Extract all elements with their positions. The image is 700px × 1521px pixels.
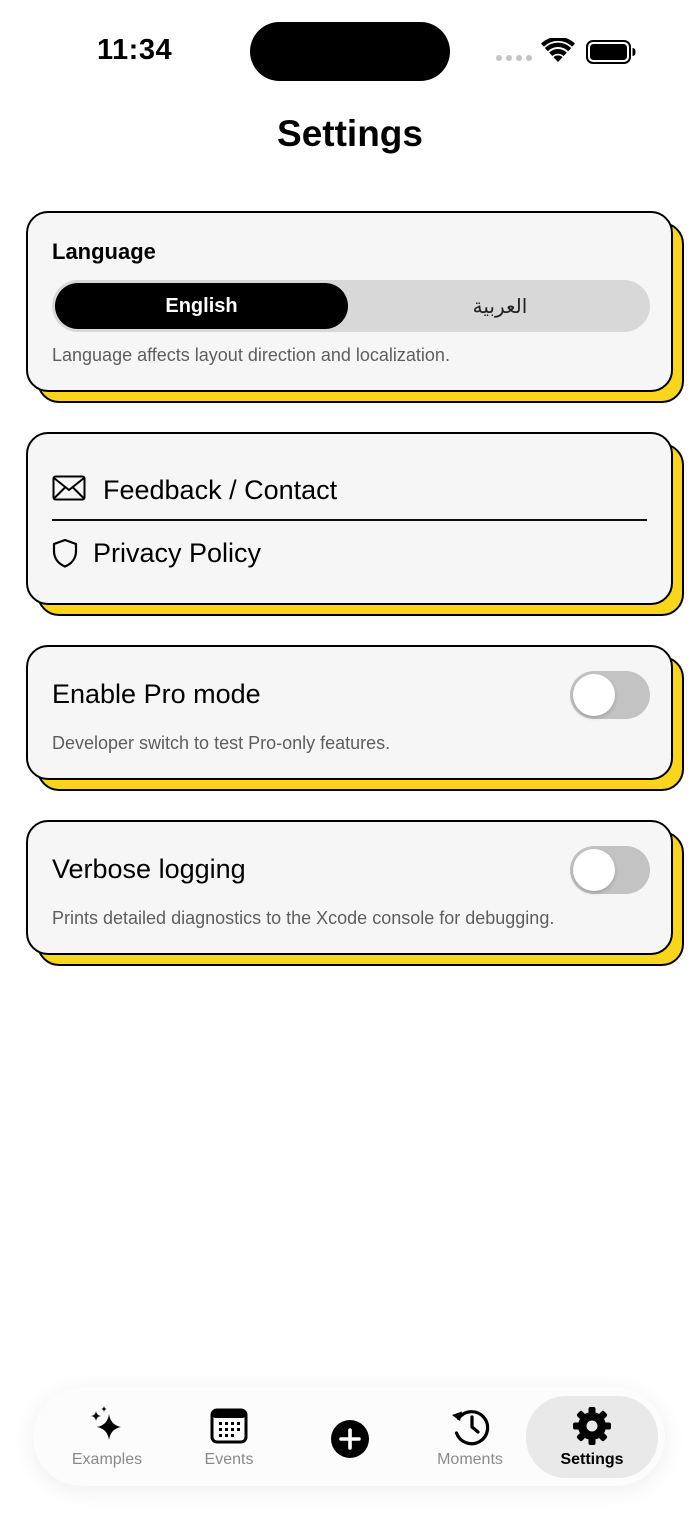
privacy-policy-row[interactable]: Privacy Policy xyxy=(52,522,647,582)
tab-settings[interactable]: Settings xyxy=(526,1396,658,1478)
sparkles-icon xyxy=(91,1406,121,1440)
pro-mode-note: Developer switch to test Pro-only featur… xyxy=(52,733,391,753)
verbose-logging-toggle[interactable] xyxy=(570,846,650,894)
calendar-icon xyxy=(210,1408,248,1444)
tab-label: Moments xyxy=(437,1451,503,1468)
language-option-arabic[interactable]: العربية xyxy=(353,283,647,329)
shield-icon xyxy=(52,538,78,568)
card-body: Enable Pro mode Developer switch to test… xyxy=(26,645,673,780)
history-icon xyxy=(452,1410,490,1446)
tab-moments[interactable]: Moments xyxy=(408,1388,532,1486)
pro-mode-card: Enable Pro mode Developer switch to test… xyxy=(26,645,684,791)
verbose-logging-card: Verbose logging Prints detailed diagnost… xyxy=(26,820,684,966)
tab-label: Settings xyxy=(560,1451,624,1468)
status-time: 11:34 xyxy=(97,34,173,66)
feedback-contact-label: Feedback / Contact xyxy=(103,475,338,505)
language-card: Language English العربية Language affect… xyxy=(26,211,684,403)
language-note: Language affects layout direction and lo… xyxy=(52,345,450,365)
card-body: Language English العربية Language affect… xyxy=(26,211,673,392)
cellular-signal-icon xyxy=(496,55,532,63)
verbose-logging-note: Prints detailed diagnostics to the Xcode… xyxy=(52,908,555,928)
divider xyxy=(52,519,647,521)
tab-events[interactable]: Events xyxy=(167,1388,291,1486)
toggle-knob xyxy=(573,674,615,716)
tab-bar: Examples Events Moments Settings xyxy=(33,1388,665,1486)
language-title: Language xyxy=(52,239,156,264)
language-option-english[interactable]: English xyxy=(55,283,348,329)
dynamic-island xyxy=(250,22,450,81)
status-bar: 11:34 xyxy=(0,0,700,100)
tab-label: Examples xyxy=(71,1451,143,1468)
card-body: Feedback / Contact Privacy Policy xyxy=(26,432,673,605)
feedback-contact-row[interactable]: Feedback / Contact xyxy=(52,459,647,519)
tab-examples[interactable]: Examples xyxy=(45,1388,169,1486)
plus-circle-icon xyxy=(331,1420,369,1458)
links-card: Feedback / Contact Privacy Policy xyxy=(26,432,684,616)
privacy-policy-label: Privacy Policy xyxy=(93,538,262,568)
verbose-logging-title: Verbose logging xyxy=(52,854,246,884)
tab-label: Events xyxy=(204,1451,254,1468)
tab-add[interactable] xyxy=(288,1388,412,1486)
battery-icon xyxy=(586,40,636,64)
toggle-knob xyxy=(573,849,615,891)
pro-mode-title: Enable Pro mode xyxy=(52,679,261,709)
pro-mode-toggle[interactable] xyxy=(570,671,650,719)
wifi-icon xyxy=(541,38,575,62)
envelope-icon xyxy=(52,475,86,501)
card-body: Verbose logging Prints detailed diagnost… xyxy=(26,820,673,955)
page-title: Settings xyxy=(277,113,423,154)
gear-icon xyxy=(573,1407,611,1445)
language-segmented-control[interactable]: English العربية xyxy=(52,280,650,332)
